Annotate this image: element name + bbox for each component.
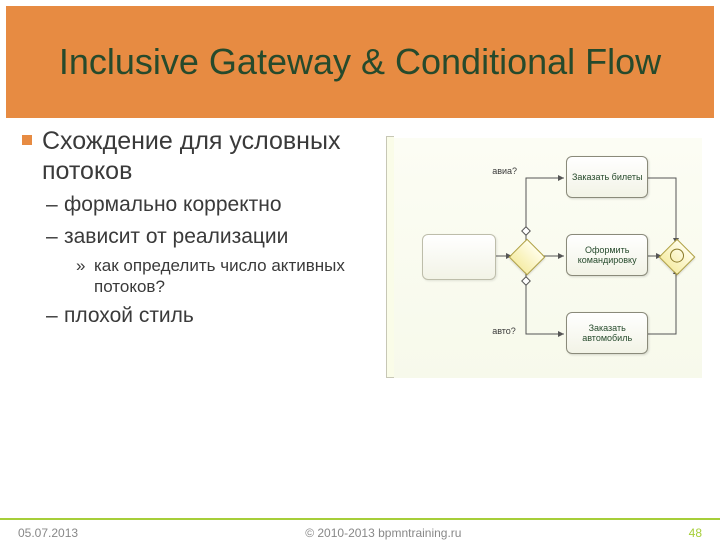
content-area: Схождение для условных потоков формально…: [0, 118, 720, 386]
edge-label-top: авиа?: [492, 166, 517, 176]
bpmn-diagram: Заказать билеты Оформить командировку За…: [394, 126, 702, 386]
title-band: Inclusive Gateway & Conditional Flow: [6, 6, 714, 118]
edge-label-bot: авто?: [492, 326, 516, 336]
bullet-l3-1: как определить число активных потоков?: [76, 255, 394, 298]
bullet-l1-text: Схождение для условных потоков: [42, 127, 340, 185]
slide-title: Inclusive Gateway & Conditional Flow: [59, 41, 661, 82]
text-column: Схождение для условных потоков формально…: [18, 126, 394, 386]
task-top: Заказать билеты: [566, 156, 648, 198]
footer-copyright: © 2010-2013 bpmntraining.ru: [78, 526, 689, 540]
task-bot: Заказать автомобиль: [566, 312, 648, 354]
footer: 05.07.2013 © 2010-2013 bpmntraining.ru 4…: [0, 518, 720, 546]
page-number: 48: [689, 526, 702, 540]
bullet-l2-2: зависит от реализации как определить чис…: [42, 224, 394, 297]
footer-date: 05.07.2013: [18, 526, 78, 540]
bullet-l2-3: плохой стиль: [42, 303, 394, 329]
task-blank: [422, 234, 496, 280]
bullet-l2-2-text: зависит от реализации: [64, 225, 288, 248]
bullet-l1: Схождение для условных потоков формально…: [18, 126, 394, 329]
task-mid: Оформить командировку: [566, 234, 648, 276]
bullet-l2-1: формально корректно: [42, 192, 394, 218]
